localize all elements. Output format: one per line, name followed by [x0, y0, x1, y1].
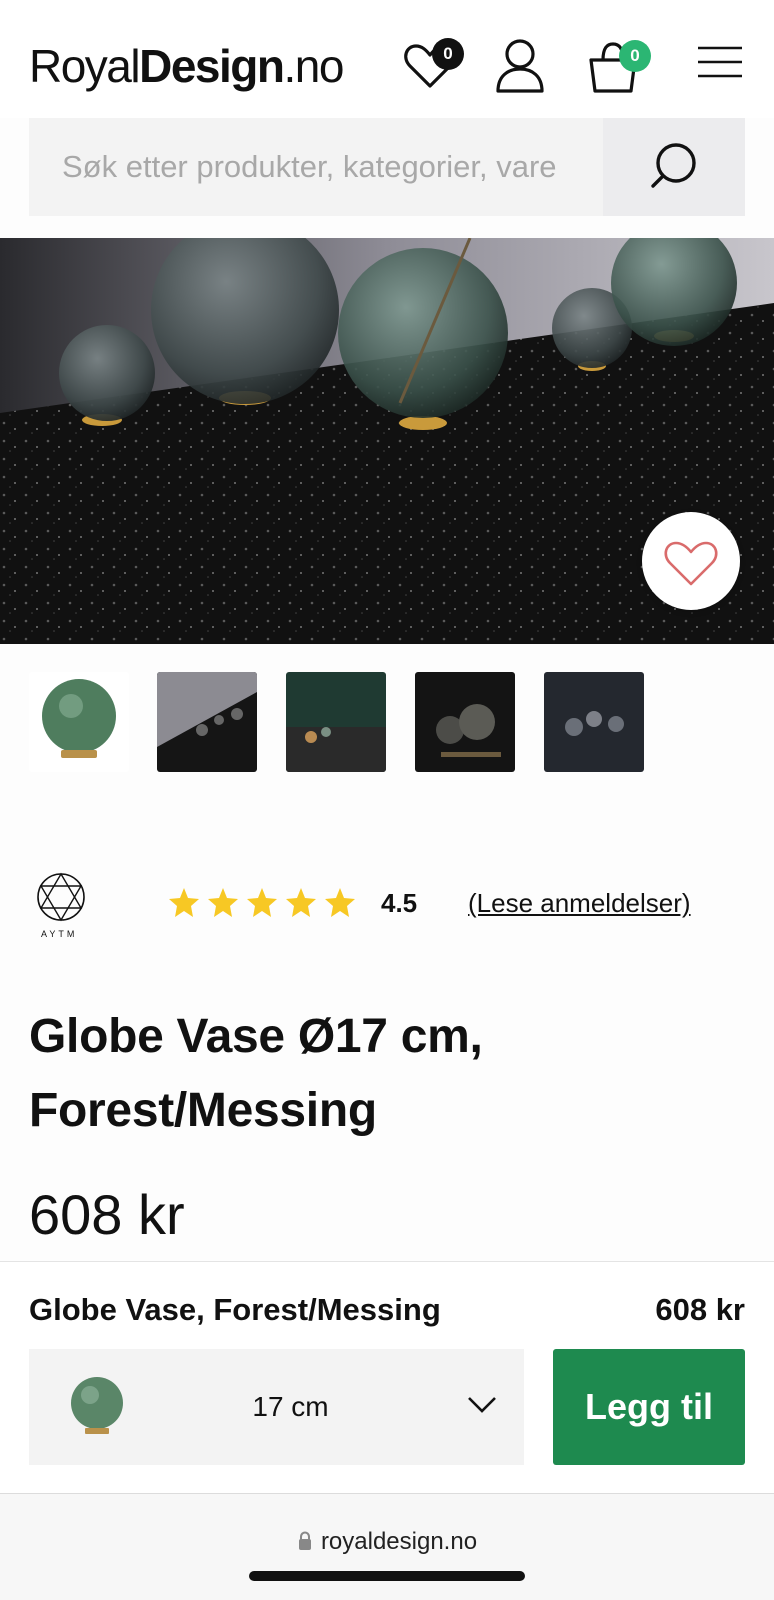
account-button[interactable]	[490, 36, 550, 96]
wishlist-count-badge: 0	[432, 38, 464, 70]
gallery-thumbnail-1[interactable]	[29, 672, 129, 772]
add-to-cart-button[interactable]: Legg til	[553, 1349, 745, 1465]
search-bar	[29, 118, 745, 216]
search-button[interactable]	[603, 118, 745, 216]
search-input[interactable]	[29, 118, 603, 216]
thumbnail-image-5	[544, 672, 644, 772]
add-to-favorites-button[interactable]	[642, 512, 740, 610]
rating-stars	[168, 886, 358, 927]
cart-count-badge: 0	[619, 40, 651, 72]
heart-outline-icon	[664, 541, 718, 586]
star-icon	[169, 888, 199, 917]
thumbnail-vase-image	[29, 672, 129, 772]
product-price: 608 kr	[29, 1183, 185, 1246]
star-icon	[208, 888, 238, 917]
variant-label: 17 cm	[252, 1391, 329, 1422]
variant-select[interactable]: 17 cm	[29, 1349, 524, 1465]
menu-icon	[698, 46, 742, 78]
home-indicator	[249, 1571, 525, 1581]
star-icon	[325, 888, 355, 917]
menu-button[interactable]	[686, 36, 746, 96]
logo-tld: .no	[283, 40, 344, 92]
logo-design: Design	[139, 40, 285, 92]
user-icon	[496, 39, 544, 93]
rating-value: 4.5	[381, 888, 418, 918]
chevron-down-icon	[468, 1397, 496, 1413]
browser-url-bar[interactable]: royaldesign.no	[0, 1493, 774, 1600]
search-icon	[651, 143, 696, 188]
sticky-buy-bar: Globe Vase, Forest/Messing 608 kr 17 cm …	[0, 1261, 774, 1493]
star-icon	[247, 888, 277, 917]
brand-logo[interactable]: AYTM	[36, 872, 86, 942]
product-title: Globe Vase Ø17 cm, Forest/Messing	[29, 1010, 483, 1137]
cart-button[interactable]: 0	[583, 36, 651, 96]
thumbnail-image-3	[286, 672, 386, 772]
read-reviews-link[interactable]: (Lese anmeldelser)	[468, 888, 691, 919]
site-logo[interactable]: RoyalDesign.no	[29, 38, 344, 94]
browser-url: royaldesign.no	[0, 1528, 774, 1556]
star-icon	[286, 888, 316, 917]
gallery-thumbnail-5[interactable]	[544, 672, 644, 772]
star-icons	[169, 888, 355, 917]
gallery-thumbnail-2[interactable]	[157, 672, 257, 772]
lock-icon	[298, 1531, 311, 1550]
brand-name: AYTM	[41, 929, 78, 939]
buy-bar-product-name: Globe Vase, Forest/Messing	[29, 1292, 441, 1327]
browser-url-text: royaldesign.no	[320, 1528, 478, 1555]
wishlist-button[interactable]: 0	[400, 36, 464, 96]
logo-royal: Royal	[29, 40, 141, 92]
thumbnail-image-2	[157, 672, 257, 772]
buy-bar-price: 608 kr	[655, 1292, 745, 1327]
gallery-thumbnail-3[interactable]	[286, 672, 386, 772]
gallery-thumbnail-4[interactable]	[415, 672, 515, 772]
thumbnail-image-4	[415, 672, 515, 772]
site-header: RoyalDesign.no 0 0	[0, 0, 774, 118]
